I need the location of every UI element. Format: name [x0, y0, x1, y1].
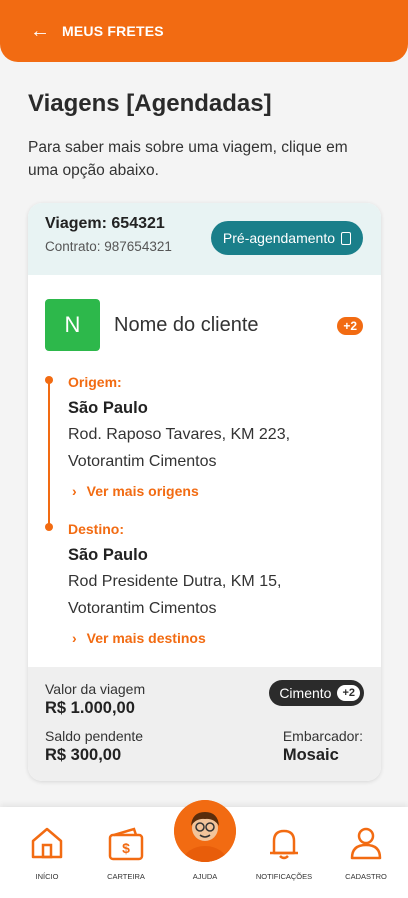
nav-profile[interactable]: CADASTRO	[326, 823, 406, 881]
status-badge[interactable]: Pré-agendamento	[210, 221, 363, 255]
destination-section: Destino: São Paulo Rod Presidente Dutra,…	[68, 521, 368, 646]
back-arrow-icon[interactable]: ←	[30, 21, 50, 41]
chevron-right-icon: ›	[72, 483, 77, 499]
page-subtitle: Para saber mais sobre uma viagem, clique…	[28, 139, 348, 179]
more-destinations-link[interactable]: › Ver mais destinos	[68, 630, 368, 646]
shipper-label: Embarcador:	[282, 728, 363, 744]
route-timeline	[48, 380, 50, 526]
trip-card-header: Viagem: 654321 Contrato: 987654321 Pré-a…	[28, 203, 381, 275]
support-avatar-icon	[174, 800, 236, 862]
balance-block: Saldo pendente R$ 300,00	[45, 728, 143, 765]
trip-card[interactable]: Viagem: 654321 Contrato: 987654321 Pré-a…	[28, 203, 381, 781]
balance-value: R$ 300,00	[45, 746, 122, 764]
trip-value: R$ 1.000,00	[45, 699, 135, 717]
destination-address-line2: Votorantim Cimentos	[68, 600, 217, 617]
client-row: N Nome do cliente	[45, 299, 259, 351]
origin-dot-icon	[45, 376, 53, 384]
client-avatar: N	[45, 299, 100, 351]
origin-city: São Paulo	[68, 399, 148, 417]
chevron-right-icon: ›	[72, 630, 77, 646]
nav-home[interactable]: INÍCIO	[7, 823, 87, 881]
more-origins-link[interactable]: › Ver mais origens	[68, 483, 368, 499]
status-label: Pré-agendamento	[222, 230, 335, 246]
document-icon	[341, 231, 351, 245]
trip-card-footer: Valor da viagem R$ 1.000,00 Cimento +2 S…	[28, 667, 381, 781]
home-icon	[31, 827, 63, 859]
nav-wallet[interactable]: $ CARTEIRA	[86, 823, 166, 881]
more-destinations-label: Ver mais destinos	[86, 630, 206, 646]
nav-help-label: AJUDA	[192, 872, 218, 881]
bell-icon	[270, 829, 298, 860]
cargo-extra-count: +2	[337, 685, 360, 701]
shipper-name: Mosaic	[282, 746, 339, 764]
svg-text:$: $	[122, 840, 130, 856]
balance-label: Saldo pendente	[45, 728, 144, 744]
user-icon	[350, 827, 382, 860]
destination-label: Destino:	[68, 521, 124, 537]
origin-section: Origem: São Paulo Rod. Raposo Tavares, K…	[68, 374, 368, 499]
origin-address-line1: Rod. Raposo Tavares, KM 223,	[68, 426, 291, 443]
destination-city: São Paulo	[68, 546, 148, 564]
nav-wallet-label: CARTEIRA	[107, 872, 145, 881]
origin-label: Origem:	[68, 374, 122, 390]
destination-address-line1: Rod Presidente Dutra, KM 15,	[68, 573, 282, 590]
page-title: Viagens [Agendadas]	[28, 90, 272, 117]
cargo-badge[interactable]: Cimento +2	[269, 680, 364, 706]
origin-address-line2: Votorantim Cimentos	[68, 453, 217, 470]
trip-value-label: Valor da viagem	[45, 681, 146, 697]
destination-dot-icon	[45, 523, 53, 531]
nav-notifications-label: NOTIFICAÇÕES	[255, 872, 313, 881]
cargo-label: Cimento	[279, 685, 332, 701]
client-extra-badge[interactable]: +2	[337, 317, 363, 335]
top-bar: ← MEUS FRETES	[0, 0, 408, 62]
nav-home-label: INÍCIO	[35, 872, 59, 881]
trip-value-block: Valor da viagem R$ 1.000,00	[45, 681, 145, 718]
nav-profile-label: CADASTRO	[345, 872, 387, 881]
wallet-icon: $	[108, 827, 144, 861]
bottom-navigation: INÍCIO $ CARTEIRA NOTIFICAÇÕES CADASTRO	[0, 800, 408, 898]
header-title[interactable]: MEUS FRETES	[62, 23, 164, 39]
nav-notifications[interactable]: NOTIFICAÇÕES	[244, 823, 324, 881]
shipper-block: Embarcador: Mosaic	[283, 728, 363, 765]
client-name: Nome do cliente	[114, 313, 259, 336]
more-origins-label: Ver mais origens	[86, 483, 199, 499]
help-button[interactable]	[174, 800, 236, 862]
